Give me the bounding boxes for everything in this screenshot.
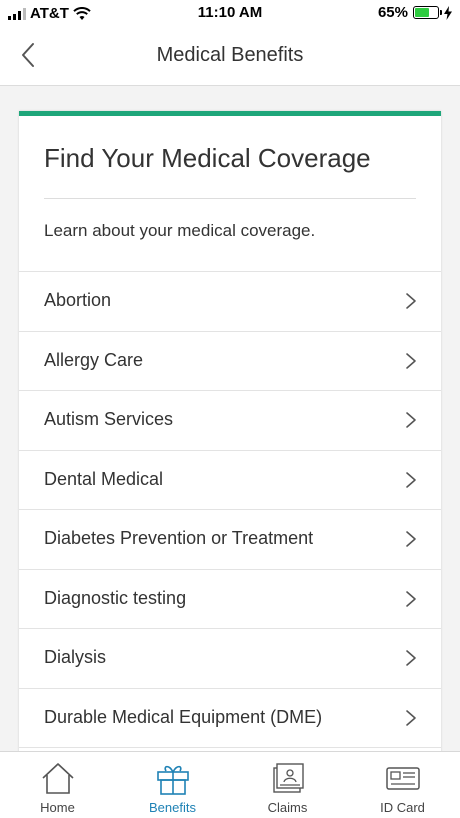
- battery-percent: 65%: [377, 4, 408, 21]
- chevron-right-icon: [406, 293, 416, 309]
- coverage-card: Find Your Medical Coverage Learn about y…: [19, 111, 441, 756]
- list-item-label: Dialysis: [44, 647, 107, 667]
- tab-id-card[interactable]: ID Card: [345, 752, 460, 818]
- home-icon: [41, 763, 74, 794]
- battery-icon: [413, 6, 442, 19]
- coverage-item-diagnostic-testing[interactable]: Diagnostic testing: [19, 568, 441, 629]
- nav-header: Medical Benefits: [0, 26, 460, 86]
- chevron-right-icon: [406, 590, 416, 607]
- tab-home[interactable]: Home: [0, 752, 115, 818]
- list-item-label: Durable Medical Equipment (DME): [44, 706, 323, 727]
- list-item-label: Diabetes Prevention or Treatment: [44, 528, 314, 548]
- claims-icon: [272, 763, 304, 793]
- list-item-label: Dental Medical: [44, 468, 164, 489]
- battery-fill: [415, 8, 430, 17]
- tab-label: ID Card: [380, 800, 425, 815]
- page-title: Medical Benefits: [156, 44, 304, 66]
- coverage-list: Abortion Allergy Care Autism Services De…: [19, 271, 441, 756]
- tab-claims[interactable]: Claims: [230, 752, 345, 818]
- chevron-right-icon: [406, 531, 416, 547]
- chevron-right-icon: [406, 412, 416, 428]
- list-item-label: Autism Services: [44, 409, 174, 429]
- coverage-item-dialysis[interactable]: Dialysis: [19, 628, 441, 688]
- chevron-right-icon: [406, 650, 416, 666]
- id-card-icon: [385, 767, 420, 790]
- status-bar: AT&T 11:10 AM 65%: [0, 0, 460, 26]
- chevron-right-icon: [406, 352, 416, 369]
- tab-label: Benefits: [149, 800, 196, 815]
- chevron-right-icon: [406, 709, 416, 726]
- tab-benefits[interactable]: Benefits: [115, 752, 230, 818]
- gift-icon: [156, 765, 189, 795]
- charging-bolt-icon: [444, 5, 452, 20]
- coverage-item-abortion[interactable]: Abortion: [19, 271, 441, 331]
- coverage-item-diabetes[interactable]: Diabetes Prevention or Treatment: [19, 509, 441, 569]
- list-item-label: Abortion: [44, 290, 112, 310]
- tab-bar: Home Benefits Claims ID Card: [0, 751, 460, 818]
- list-item-label: Diagnostic testing: [44, 587, 187, 608]
- coverage-item-dme[interactable]: Durable Medical Equipment (DME): [19, 687, 441, 748]
- card-divider: [44, 198, 416, 199]
- tab-label: Claims: [267, 800, 308, 815]
- status-right: 65%: [378, 4, 452, 21]
- list-item-label: Allergy Care: [44, 349, 144, 370]
- chevron-right-icon: [406, 471, 416, 488]
- card-subtitle: Learn about your medical coverage.: [44, 221, 316, 240]
- card-title: Find Your Medical Coverage: [44, 143, 371, 173]
- tab-label: Home: [40, 800, 75, 815]
- coverage-item-allergy-care[interactable]: Allergy Care: [19, 330, 441, 391]
- coverage-item-autism-services[interactable]: Autism Services: [19, 390, 441, 450]
- coverage-item-dental-medical[interactable]: Dental Medical: [19, 449, 441, 510]
